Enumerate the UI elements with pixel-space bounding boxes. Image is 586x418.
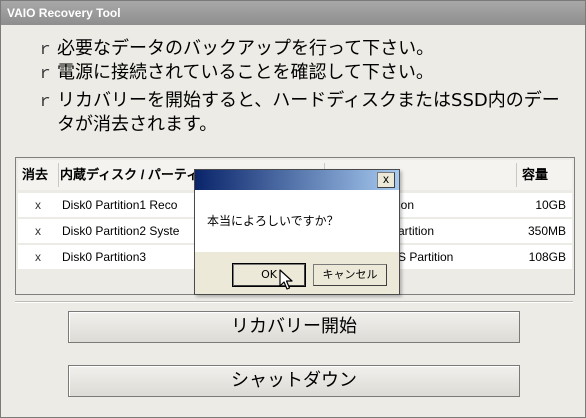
bullet-icon: ｒ — [37, 39, 54, 58]
partition-size: 108GB — [528, 250, 566, 264]
partition-name: Disk0 Partition3 — [62, 250, 147, 264]
dialog-titlebar[interactable]: x — [195, 170, 399, 190]
erase-mark: x — [35, 250, 41, 264]
partition-type: artition — [398, 224, 435, 238]
header-size[interactable]: 容量 — [522, 160, 548, 190]
bullet-icon: ｒ — [37, 63, 54, 82]
instruction-text: リカバリーを開始すると、ハードディスクまたはSSD内のデータが消去されます。 — [57, 90, 560, 135]
partition-name: Disk0 Partition1 Reco — [62, 198, 178, 212]
partition-size: 10GB — [535, 198, 566, 212]
main-window: VAIO Recovery Tool ｒ 必要なデータのバックアップを行って下さ… — [0, 0, 586, 418]
close-icon[interactable]: x — [377, 172, 395, 188]
partition-type: ion — [398, 198, 415, 212]
bullet-icon: ｒ — [37, 91, 54, 110]
cancel-button[interactable]: キャンセル — [313, 264, 387, 286]
instruction-item: ｒ 電源に接続されていることを確認して下さい。 — [37, 61, 577, 85]
partition-name: Disk0 Partition2 Syste — [62, 224, 180, 238]
column-divider — [516, 163, 517, 187]
header-erase[interactable]: 消去 — [22, 160, 58, 190]
instruction-list: ｒ 必要なデータのバックアップを行って下さい。 ｒ 電源に接続されていることを確… — [37, 37, 577, 137]
mouse-cursor-icon — [279, 269, 293, 290]
erase-mark: x — [35, 198, 41, 212]
instruction-item: ｒ 必要なデータのバックアップを行って下さい。 — [37, 37, 577, 61]
dialog-message: 本当によろしいですか？ — [207, 214, 339, 228]
instruction-item: ｒ リカバリーを開始すると、ハードディスクまたはSSD内のデータが消去されます。 — [37, 89, 577, 137]
dialog-footer: OK キャンセル — [195, 252, 399, 294]
instruction-text: 必要なデータのバックアップを行って下さい。 — [57, 38, 435, 59]
partition-size: 350MB — [527, 224, 566, 238]
start-recovery-button[interactable]: リカバリー開始 — [68, 311, 520, 343]
divider — [15, 301, 573, 303]
confirm-dialog: x 本当によろしいですか？ OK キャンセル — [194, 169, 400, 295]
instruction-text: 電源に接続されていることを確認して下さい。 — [57, 62, 434, 83]
window-title: VAIO Recovery Tool — [1, 1, 585, 25]
partition-type: S Partition — [398, 250, 454, 264]
header-partition[interactable]: 内蔵ディスク / パーティ — [60, 160, 199, 190]
shutdown-button[interactable]: シャットダウン — [68, 365, 520, 397]
erase-mark: x — [35, 224, 41, 238]
column-divider — [58, 163, 59, 187]
